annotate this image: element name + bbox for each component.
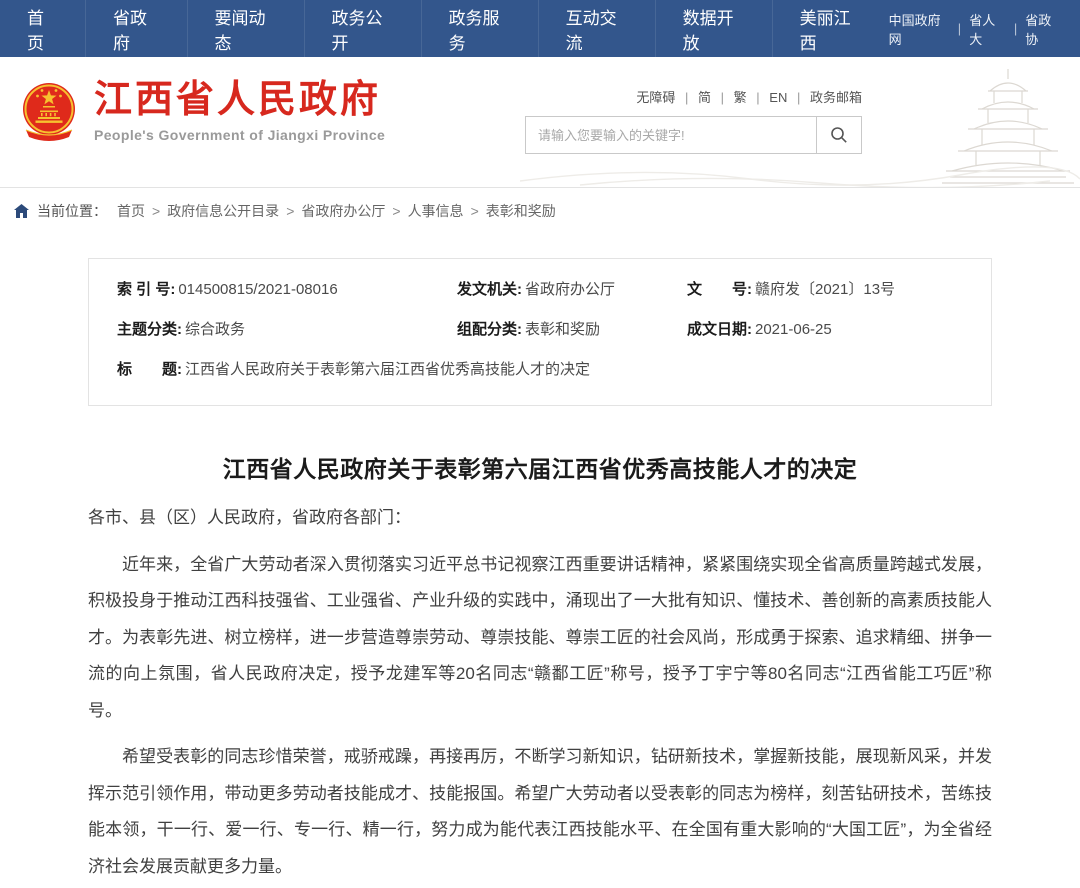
- meta-label: 标 题:: [117, 359, 182, 380]
- meta-group-category: 组配分类: 表彰和奖励: [457, 319, 687, 340]
- separator: |: [685, 90, 688, 105]
- paragraph: 近年来，全省广大劳动者深入贯彻落实习近平总书记视察江西重要讲话精神，紧紧围绕实现…: [88, 547, 992, 730]
- nav-item-gov-services[interactable]: 政务服务: [421, 0, 538, 57]
- nav-item-news[interactable]: 要闻动态: [187, 0, 304, 57]
- meta-date: 成文日期: 2021-06-25: [687, 319, 963, 340]
- meta-label: 主题分类:: [117, 319, 182, 340]
- site-title-block: 江西省人民政府 People's Government of Jiangxi P…: [94, 81, 385, 144]
- link-english[interactable]: EN: [769, 90, 787, 105]
- separator: >: [286, 203, 294, 219]
- meta-label: 组配分类:: [457, 319, 522, 340]
- meta-label: 文 号:: [687, 279, 752, 300]
- meta-index-number: 索 引 号: 014500815/2021-08016: [117, 279, 457, 300]
- site-header: 江西省人民政府 People's Government of Jiangxi P…: [0, 57, 1080, 188]
- meta-title: 标 题: 江西省人民政府关于表彰第六届江西省优秀高技能人才的决定: [117, 359, 590, 380]
- meta-row: 主题分类: 综合政务 组配分类: 表彰和奖励 成文日期: 2021-06-25: [117, 319, 963, 340]
- nav-item-interaction[interactable]: 互动交流: [538, 0, 655, 57]
- separator: |: [958, 21, 961, 36]
- breadcrumb-commendation[interactable]: 表彰和奖励: [486, 201, 556, 221]
- meta-document-number: 文 号: 赣府发〔2021〕13号: [687, 279, 963, 300]
- meta-value: 江西省人民政府关于表彰第六届江西省优秀高技能人才的决定: [185, 359, 590, 380]
- meta-value: 省政府办公厅: [525, 279, 615, 300]
- search-icon: [830, 126, 848, 144]
- breadcrumb-label: 当前位置：: [37, 201, 107, 221]
- separator: |: [721, 90, 724, 105]
- salutation: 各市、县（区）人民政府，省政府各部门：: [88, 500, 992, 537]
- meta-theme-category: 主题分类: 综合政务: [117, 319, 457, 340]
- search-input[interactable]: [526, 117, 816, 153]
- meta-label: 成文日期:: [687, 319, 752, 340]
- pavilion-sketch-art: [938, 65, 1078, 193]
- site-title: 江西省人民政府: [94, 81, 385, 121]
- nav-item-gov-info-open[interactable]: 政务公开: [304, 0, 421, 57]
- meta-issuing-agency: 发文机关: 省政府办公厅: [457, 279, 687, 300]
- separator: |: [1014, 21, 1017, 36]
- link-accessibility[interactable]: 无障碍: [636, 90, 675, 105]
- site-subtitle: People's Government of Jiangxi Province: [94, 127, 385, 143]
- breadcrumb: 当前位置： 首页 > 政府信息公开目录 > 省政府办公厅 > 人事信息 > 表彰…: [0, 188, 1080, 234]
- top-navigation: 首页 省政府 要闻动态 政务公开 政务服务 互动交流 数据开放 美丽江西 中国政…: [0, 0, 1080, 57]
- document-meta-table: 索 引 号: 014500815/2021-08016 发文机关: 省政府办公厅…: [88, 258, 992, 406]
- paragraph: 希望受表彰的同志珍惜荣誉，戒骄戒躁，再接再厉，不断学习新知识，钻研新技术，掌握新…: [88, 739, 992, 885]
- meta-value: 014500815/2021-08016: [178, 279, 337, 300]
- meta-label: 索 引 号:: [117, 279, 175, 300]
- header-tools: 无障碍 | 简 | 繁 | EN | 政务邮箱: [525, 87, 862, 154]
- meta-value: 表彰和奖励: [525, 319, 600, 340]
- link-simplified-chinese[interactable]: 简: [698, 90, 711, 105]
- meta-value: 赣府发〔2021〕13号: [755, 279, 895, 300]
- search-button[interactable]: [816, 117, 861, 153]
- national-emblem-icon: [20, 79, 78, 145]
- separator: |: [756, 90, 759, 105]
- link-provincial-peoples-congress[interactable]: 省人大: [969, 10, 1006, 48]
- nav-item-home[interactable]: 首页: [0, 0, 85, 57]
- link-gov-mailbox[interactable]: 政务邮箱: [810, 90, 862, 105]
- separator: >: [471, 203, 479, 219]
- separator: >: [392, 203, 400, 219]
- meta-value: 综合政务: [185, 319, 245, 340]
- meta-row: 标 题: 江西省人民政府关于表彰第六届江西省优秀高技能人才的决定: [117, 359, 963, 380]
- utility-links: 无障碍 | 简 | 繁 | EN | 政务邮箱: [525, 87, 862, 106]
- nav-item-beautiful-jiangxi[interactable]: 美丽江西: [772, 0, 889, 57]
- mountain-sketch-art: [520, 157, 1080, 187]
- nav-external-links: 中国政府网 | 省人大 | 省政协: [889, 0, 1080, 57]
- link-provincial-cppcc[interactable]: 省政协: [1025, 10, 1062, 48]
- document-body: 各市、县（区）人民政府，省政府各部门： 近年来，全省广大劳动者深入贯彻落实习近平…: [88, 500, 992, 888]
- separator: >: [152, 203, 160, 219]
- meta-row: 索 引 号: 014500815/2021-08016 发文机关: 省政府办公厅…: [117, 279, 963, 300]
- search-bar: [525, 116, 862, 154]
- meta-label: 发文机关:: [457, 279, 522, 300]
- home-icon: [14, 204, 29, 218]
- nav-item-open-data[interactable]: 数据开放: [655, 0, 772, 57]
- breadcrumb-home[interactable]: 首页: [117, 201, 145, 221]
- nav-item-provincial-government[interactable]: 省政府: [85, 0, 187, 57]
- meta-value: 2021-06-25: [755, 319, 832, 340]
- link-china-gov-site[interactable]: 中国政府网: [889, 10, 950, 48]
- link-traditional-chinese[interactable]: 繁: [734, 90, 747, 105]
- document-page: 索 引 号: 014500815/2021-08016 发文机关: 省政府办公厅…: [0, 258, 1080, 888]
- site-logo[interactable]: 江西省人民政府 People's Government of Jiangxi P…: [20, 79, 385, 145]
- breadcrumb-gov-info-directory[interactable]: 政府信息公开目录: [167, 201, 279, 221]
- nav-items: 首页 省政府 要闻动态 政务公开 政务服务 互动交流 数据开放 美丽江西: [0, 0, 889, 57]
- breadcrumb-general-office[interactable]: 省政府办公厅: [301, 201, 385, 221]
- page-title: 江西省人民政府关于表彰第六届江西省优秀高技能人才的决定: [88, 450, 992, 484]
- breadcrumb-personnel-info[interactable]: 人事信息: [408, 201, 464, 221]
- separator: |: [797, 90, 800, 105]
